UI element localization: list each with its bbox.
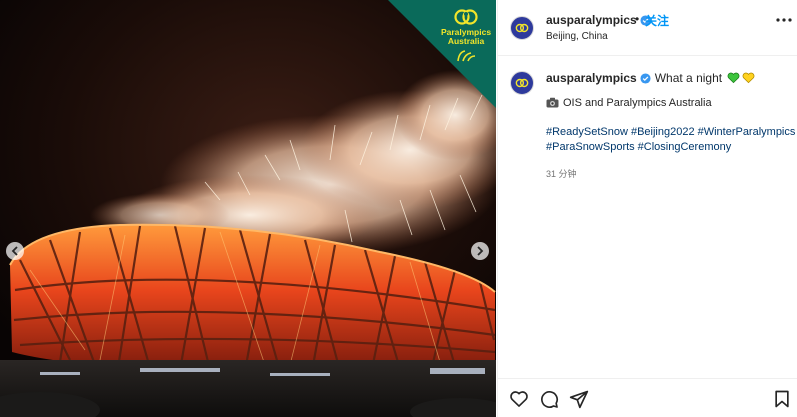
agitos-icon: [457, 50, 476, 62]
verified-badge-icon: [640, 73, 651, 84]
hashtag-link[interactable]: #ParaSnowSports: [546, 141, 635, 153]
green-heart-icon: [728, 72, 740, 84]
next-image-button[interactable]: [471, 242, 489, 260]
header-username: ausparalympics: [546, 13, 637, 27]
stadium-fireworks-photo: [0, 0, 496, 417]
avatar[interactable]: [510, 16, 534, 40]
hashtag-link[interactable]: #ClosingCeremony: [638, 141, 732, 153]
avatar-logo-icon: [515, 78, 529, 88]
separator-dot: •: [635, 12, 640, 26]
chevron-left-icon: [11, 246, 18, 256]
camera-icon: [546, 97, 559, 108]
caption-avatar[interactable]: [510, 71, 534, 95]
post-sidebar: ausparalympics • 关注 Beijing, China auspa…: [497, 0, 797, 417]
hashtag-list: #ReadySetSnow #Beijing2022 #WinterParalymp…: [546, 125, 795, 155]
hashtag-link[interactable]: #Beijing2022: [631, 126, 695, 138]
hashtag-link[interactable]: #ReadySetSnow: [546, 126, 628, 138]
save-bookmark-icon[interactable]: [772, 389, 792, 409]
caption-text: What a night: [654, 71, 723, 85]
caption-line: ausparalympics What a night: [546, 71, 755, 85]
post-image[interactable]: Paralympics Australia: [0, 0, 496, 417]
paralympics-australia-logo: Paralympics Australia: [436, 8, 496, 63]
avatar-logo-icon: [515, 23, 529, 33]
yellow-heart-icon: [743, 72, 755, 84]
chevron-right-icon: [477, 246, 484, 256]
previous-image-button[interactable]: [6, 242, 24, 260]
like-heart-icon[interactable]: [509, 389, 529, 409]
action-bar: [498, 378, 797, 417]
photo-credit: OIS and Paralympics Australia: [546, 97, 712, 109]
follow-button[interactable]: 关注: [645, 12, 669, 29]
hashtag-link[interactable]: #WinterParalympics: [698, 126, 796, 138]
credit-text: OIS and Paralympics Australia: [563, 97, 712, 109]
more-options-icon[interactable]: [776, 18, 792, 22]
brand-line-2: Australia: [447, 36, 485, 46]
location-link[interactable]: Beijing, China: [546, 31, 608, 42]
comment-bubble-icon[interactable]: [539, 389, 559, 409]
post-timestamp[interactable]: 31 分钟: [546, 167, 577, 180]
post-header: ausparalympics • 关注 Beijing, China: [498, 0, 797, 56]
logo-mark-icon: [454, 9, 478, 25]
caption-username[interactable]: ausparalympics: [546, 71, 637, 85]
share-send-icon[interactable]: [569, 389, 589, 409]
